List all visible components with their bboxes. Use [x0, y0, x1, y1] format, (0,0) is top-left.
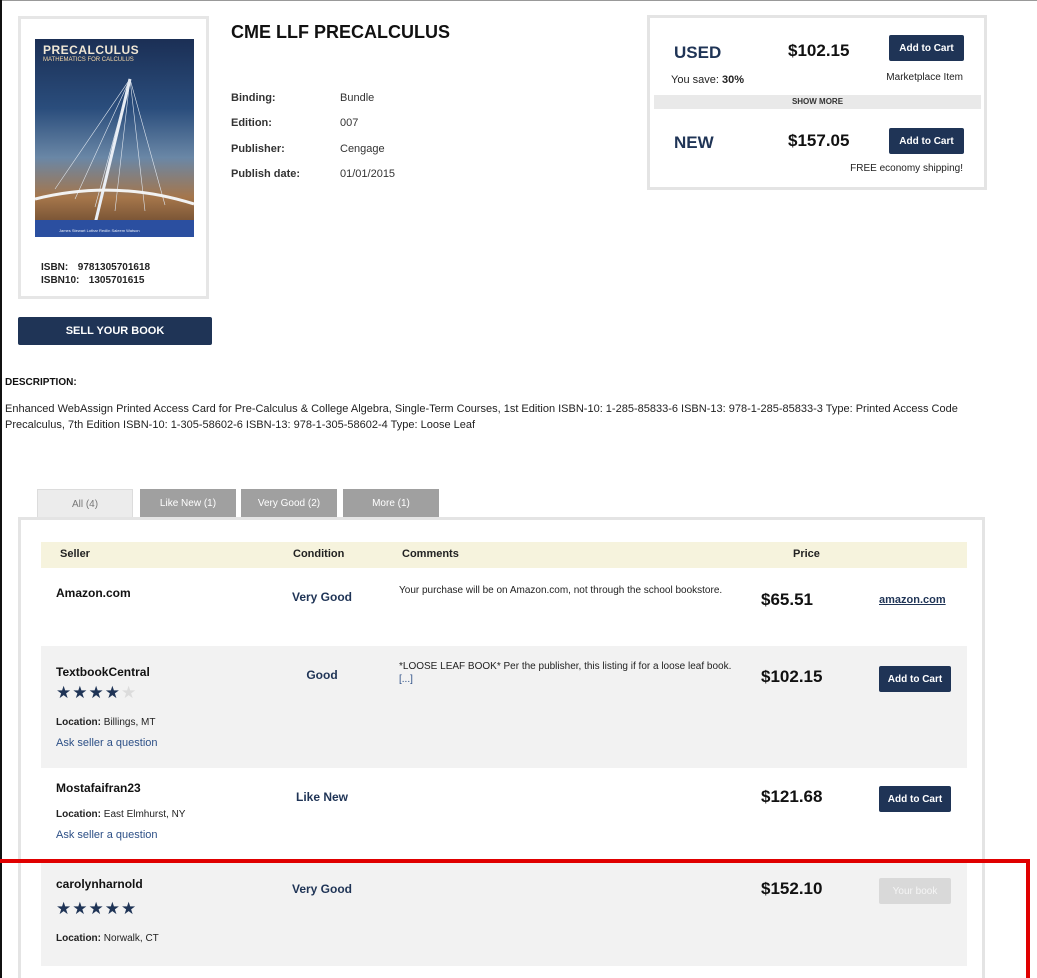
new-condition-label: NEW	[674, 133, 714, 152]
column-price: Price	[793, 548, 820, 560]
your-book-button: Your book	[879, 878, 951, 904]
ask-seller-link[interactable]: Ask seller a question	[56, 737, 158, 749]
rating-stars-filled: ★★★★	[56, 683, 121, 702]
listings-panel: Seller Condition Comments Price Amazon.c…	[18, 517, 985, 978]
new-add-to-cart-button[interactable]: Add to Cart	[889, 128, 964, 154]
window-top-border	[0, 0, 1037, 1]
detail-edition: Edition: 007	[231, 117, 358, 129]
listing-row-amazon: Amazon.com Very Good Your purchase will …	[41, 568, 967, 646]
bridge-graphic	[35, 78, 194, 225]
amazon-link[interactable]: amazon.com	[879, 594, 946, 606]
rating-stars-empty: ★	[120, 683, 138, 702]
location-label: Location:	[56, 809, 101, 820]
location-label: Location:	[56, 933, 101, 944]
detail-label: Publish date:	[231, 168, 301, 180]
used-price: $102.15	[788, 41, 850, 60]
add-to-cart-button[interactable]: Add to Cart	[879, 786, 951, 812]
seller-location: Location: East Elmhurst, NY	[56, 809, 185, 820]
new-price: $157.05	[788, 131, 850, 150]
listing-row-mostafaifran23: Mostafaifran23 Location: East Elmhurst, …	[41, 768, 967, 860]
detail-value: Bundle	[340, 92, 375, 104]
location-label: Location:	[56, 717, 101, 728]
listing-comment: *LOOSE LEAF BOOK* Per the publisher, thi…	[399, 660, 744, 686]
book-cover-card: PRECALCULUS MATHEMATICS FOR CALCULUS Jam…	[18, 16, 209, 299]
price-summary-box: USED $102.15 Add to Cart You save: 30% M…	[647, 15, 987, 190]
description-heading: DESCRIPTION:	[5, 377, 77, 388]
seller-name: Amazon.com	[56, 586, 131, 600]
isbn10-label: ISBN10:	[41, 275, 80, 286]
isbn-value: 9781305701618	[77, 262, 151, 273]
detail-value: 007	[340, 117, 359, 129]
detail-publish-date: Publish date: 01/01/2015	[231, 168, 395, 180]
listing-price: $121.68	[761, 787, 823, 806]
isbn10-row: ISBN10: 1305701615	[41, 275, 144, 286]
seller-name: TextbookCentral	[56, 665, 150, 679]
add-to-cart-button[interactable]: Add to Cart	[879, 666, 951, 692]
cover-authors: James Stewart Lothar Redlin Saleem Watso…	[59, 228, 140, 233]
detail-label: Edition:	[231, 117, 272, 129]
tab-very-good[interactable]: Very Good (2)	[241, 489, 337, 518]
detail-value: 01/01/2015	[340, 168, 396, 180]
isbn-label: ISBN:	[41, 262, 69, 273]
listing-condition: Like New	[295, 790, 349, 804]
seller-rating-stars: ★★★★★	[56, 683, 137, 703]
free-shipping-note: FREE economy shipping!	[850, 163, 963, 174]
isbn-row: ISBN: 9781305701618	[41, 262, 150, 273]
listing-row-carolynharnold: carolynharnold ★★★★★ Location: Norwalk, …	[41, 860, 967, 966]
marketplace-item-note: Marketplace Item	[886, 72, 963, 83]
listing-price: $152.10	[761, 879, 823, 898]
listings-table-header: Seller Condition Comments Price	[41, 542, 967, 568]
listing-price: $102.15	[761, 667, 823, 686]
listing-condition: Good	[306, 668, 338, 682]
sell-your-book-button[interactable]: SELL YOUR BOOK	[18, 317, 212, 345]
isbn10-value: 1305701615	[88, 275, 145, 286]
location-value: Billings, MT	[103, 717, 156, 728]
listing-row-textbookcentral: TextbookCentral ★★★★★ Location: Billings…	[41, 646, 967, 768]
detail-value: Cengage	[340, 143, 385, 155]
book-title: CME LLF PRECALCULUS	[231, 22, 450, 42]
ask-seller-link[interactable]: Ask seller a question	[56, 829, 158, 841]
location-value: Norwalk, CT	[103, 933, 159, 944]
listing-price: $65.51	[761, 590, 813, 609]
detail-publisher: Publisher: Cengage	[231, 143, 385, 155]
listing-condition: Very Good	[291, 882, 353, 896]
tab-like-new[interactable]: Like New (1)	[140, 489, 236, 518]
window-left-border	[0, 0, 2, 978]
used-condition-label: USED	[674, 43, 722, 62]
seller-rating-stars: ★★★★★	[56, 899, 137, 919]
detail-binding: Binding: Bundle	[231, 92, 374, 104]
you-save-label: You save:	[671, 74, 719, 86]
column-condition: Condition	[293, 548, 345, 560]
column-seller: Seller	[60, 548, 90, 560]
seller-location: Location: Norwalk, CT	[56, 933, 159, 944]
you-save-percent: 30%	[721, 74, 745, 86]
comment-more-link[interactable]: [...]	[399, 674, 413, 685]
tab-all[interactable]: All (4)	[37, 489, 133, 518]
column-comments: Comments	[402, 548, 459, 560]
listing-condition: Very Good	[291, 590, 353, 604]
show-more-button[interactable]: SHOW MORE	[654, 95, 981, 109]
detail-label: Publisher:	[231, 143, 285, 155]
rating-stars-filled: ★★★★★	[56, 899, 138, 918]
detail-label: Binding:	[231, 92, 276, 104]
seller-name: Mostafaifran23	[56, 781, 141, 795]
seller-location: Location: Billings, MT	[56, 717, 155, 728]
comment-text: *LOOSE LEAF BOOK* Per the publisher, thi…	[399, 661, 732, 672]
location-value: East Elmhurst, NY	[103, 809, 186, 820]
seller-name: carolynharnold	[56, 877, 143, 891]
listing-comment: Your purchase will be on Amazon.com, not…	[399, 585, 723, 596]
you-save-text: You save: 30%	[671, 74, 744, 86]
tab-more[interactable]: More (1)	[343, 489, 439, 518]
book-cover-image: PRECALCULUS MATHEMATICS FOR CALCULUS Jam…	[35, 39, 194, 237]
used-add-to-cart-button[interactable]: Add to Cart	[889, 35, 964, 61]
description-text: Enhanced WebAssign Printed Access Card f…	[5, 403, 958, 431]
